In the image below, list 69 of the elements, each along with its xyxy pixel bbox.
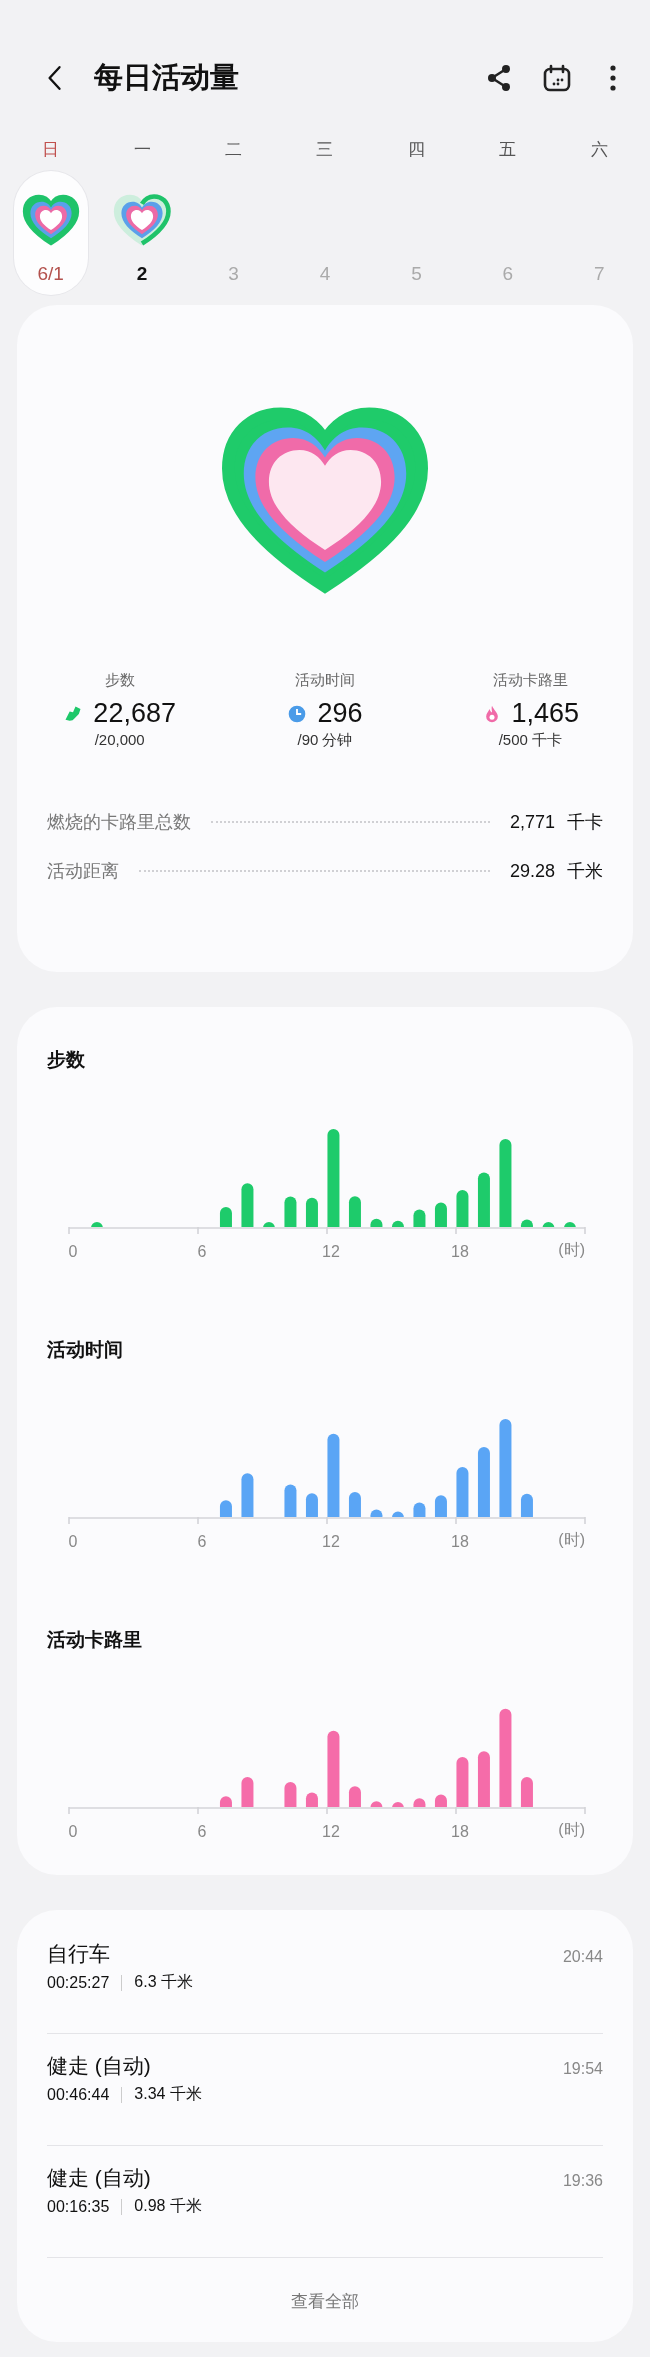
- tick-label: 12: [322, 1533, 340, 1550]
- tick-label: 18: [451, 1243, 469, 1260]
- date-label: 4: [319, 263, 331, 285]
- tick-label: 0: [68, 1823, 78, 1840]
- tick-label: 18: [451, 1823, 469, 1840]
- tick-label: 6: [197, 1823, 207, 1840]
- activity-distance: 0.98 千米: [134, 2196, 202, 2216]
- activity-duration: 00:46:44: [47, 2085, 110, 2104]
- day-item[interactable]: 6/1: [13, 171, 88, 295]
- stat-label: 活动时间: [295, 671, 355, 690]
- stat-goal: /500 千卡: [498, 731, 562, 750]
- total-label: 燃烧的卡路里总数: [47, 811, 191, 834]
- activity-distance: 6.3 千米: [134, 1972, 193, 1992]
- chart-title: 活动卡路里: [47, 1628, 143, 1652]
- back-icon[interactable]: [46, 63, 64, 93]
- view-all-button[interactable]: 查看全部: [283, 2286, 367, 2317]
- tick-label: 12: [322, 1823, 340, 1840]
- total-value: 29.28: [509, 860, 555, 882]
- tick-label: 12: [322, 1243, 340, 1260]
- stat-goal: /90 分钟: [297, 731, 353, 750]
- tick-label: 18: [451, 1533, 469, 1550]
- weekday-label: 日: [42, 139, 60, 161]
- weekday-label: 四: [407, 139, 425, 161]
- stat-value: 296: [317, 698, 363, 729]
- tick-label: 6: [197, 1243, 207, 1260]
- weekday-label: 一: [133, 139, 151, 161]
- weekday-label: 五: [499, 139, 517, 161]
- activity-item[interactable]: 健走 (自动) 00:16:35 0.98 千米 19:36: [47, 2146, 603, 2258]
- unit-label: 千卡: [567, 811, 603, 834]
- tick-label: 0: [68, 1533, 78, 1550]
- date-label: 7: [594, 263, 605, 285]
- activity-duration: 00:25:27: [47, 1973, 110, 1992]
- chart-title: 步数: [47, 1048, 86, 1072]
- activity-time: 20:44: [562, 1948, 603, 1966]
- date-label: 6/1: [37, 263, 64, 285]
- day-item[interactable]: 2: [105, 171, 180, 295]
- activity-item[interactable]: 自行车 00:25:27 6.3 千米 20:44: [47, 1922, 603, 2034]
- date-label: 3: [228, 263, 239, 285]
- activity-item[interactable]: 健走 (自动) 00:46:44 3.34 千米 19:54: [47, 2034, 603, 2146]
- total-label: 活动距离: [47, 860, 119, 883]
- stat-goal: /20,000: [94, 731, 145, 748]
- stat-value: 1,465: [511, 698, 580, 729]
- calendar-icon[interactable]: [542, 63, 572, 93]
- unit-label: 千米: [567, 860, 603, 883]
- more-options-icon[interactable]: [608, 63, 618, 93]
- chart-title: 活动时间: [47, 1338, 124, 1362]
- unit-label: (时): [558, 1531, 585, 1548]
- activity-time: 19:36: [562, 2172, 603, 2190]
- activity-name: 健走 (自动): [47, 2053, 152, 2079]
- date-label: 2: [136, 263, 148, 285]
- tick-label: 6: [197, 1533, 207, 1550]
- weekday-label: 三: [316, 139, 334, 161]
- total-value: 2,771: [509, 811, 555, 833]
- stat-label: 活动卡路里: [492, 671, 568, 690]
- date-label: 5: [411, 263, 422, 285]
- activity-duration: 00:16:35: [47, 2197, 110, 2216]
- date-label: 6: [502, 263, 514, 285]
- activity-name: 健走 (自动): [47, 2165, 152, 2191]
- weekday-label: 六: [590, 139, 608, 161]
- activity-name: 自行车: [47, 1941, 111, 1967]
- activity-time: 19:54: [562, 2060, 603, 2078]
- activity-distance: 3.34 千米: [134, 2084, 202, 2104]
- stat-value: 22,687: [93, 698, 176, 729]
- unit-label: (时): [558, 1241, 585, 1258]
- tick-label: 0: [68, 1243, 78, 1260]
- unit-label: (时): [558, 1821, 585, 1838]
- weekday-label: 二: [225, 139, 243, 161]
- stat-label: 步数: [104, 671, 135, 690]
- page-title: 每日活动量: [94, 60, 239, 95]
